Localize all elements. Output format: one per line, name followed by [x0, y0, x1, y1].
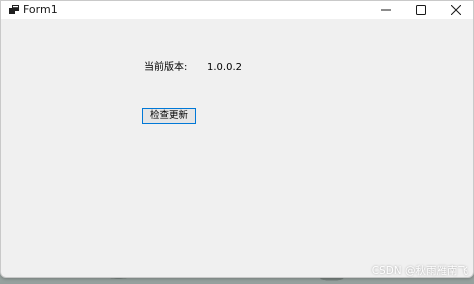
maximize-icon: [416, 5, 426, 15]
current-version-label: 当前版本:: [144, 62, 188, 73]
window-title: Form1: [23, 3, 58, 16]
maximize-button[interactable]: [404, 1, 438, 19]
title-bar[interactable]: Form1: [1, 1, 473, 19]
close-button[interactable]: [439, 1, 473, 19]
minimize-button[interactable]: [369, 1, 403, 19]
csdn-watermark: CSDN @秋雨雁南飞: [371, 265, 468, 277]
check-update-button[interactable]: 检查更新: [142, 108, 196, 124]
close-icon: [451, 5, 461, 15]
app-window: Form1 当前版本: 1.0.0.2 检查更新: [0, 0, 474, 278]
current-version-value: 1.0.0.2: [207, 62, 242, 73]
minimize-icon: [381, 9, 391, 11]
form-app-icon: [9, 5, 19, 14]
